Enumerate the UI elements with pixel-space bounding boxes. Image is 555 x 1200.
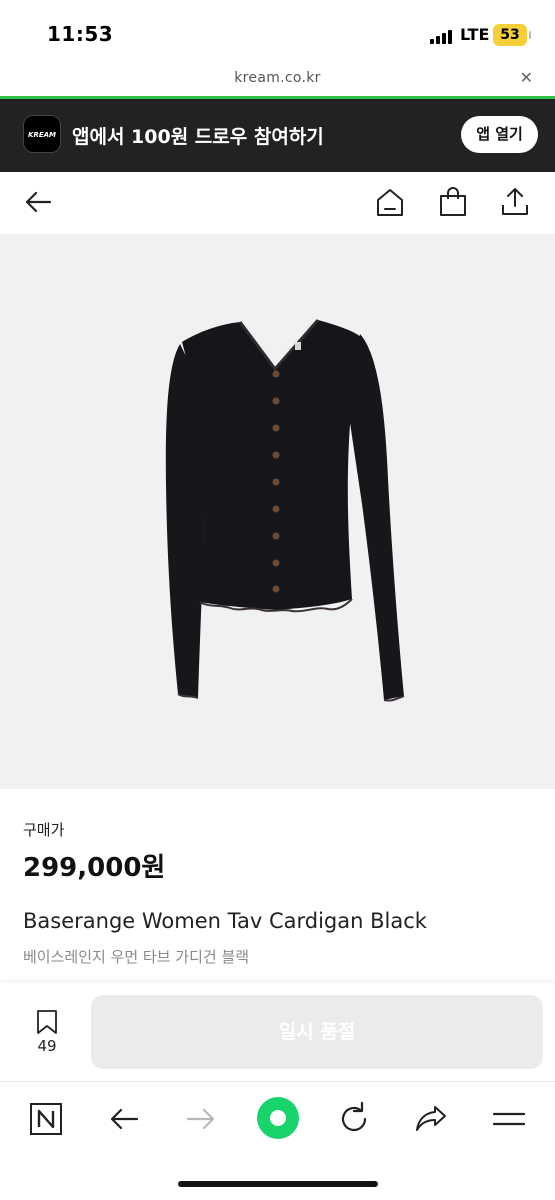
shopping-bag-icon[interactable] bbox=[437, 186, 469, 218]
open-app-button[interactable]: 앱 열기 bbox=[461, 116, 538, 153]
kream-logo: KREAM bbox=[23, 115, 61, 153]
action-bar: 49 일시 품절 bbox=[0, 983, 555, 1081]
back-icon[interactable] bbox=[104, 1099, 144, 1139]
url-bar[interactable]: kream.co.kr ✕ bbox=[0, 62, 555, 96]
bookmark-icon bbox=[37, 1010, 57, 1034]
browser-toolbar bbox=[0, 1081, 555, 1200]
home-icon[interactable] bbox=[374, 186, 406, 218]
battery-icon: 53 bbox=[493, 24, 531, 46]
cardigan-image bbox=[165, 319, 405, 702]
bookmark-button[interactable]: 49 bbox=[22, 1009, 72, 1061]
home-indicator bbox=[178, 1181, 378, 1187]
bookmark-count: 49 bbox=[37, 1037, 57, 1055]
signal-icon bbox=[430, 28, 454, 44]
status-bar: 11:53 LTE 53 bbox=[0, 0, 555, 62]
header bbox=[0, 172, 555, 234]
network-label: LTE bbox=[460, 25, 490, 44]
status-time: 11:53 bbox=[47, 22, 114, 46]
forward-icon[interactable] bbox=[181, 1099, 221, 1139]
close-icon[interactable]: ✕ bbox=[520, 68, 533, 87]
price: 299,000원 bbox=[23, 853, 166, 883]
price-label: 구매가 bbox=[23, 821, 65, 839]
menu-icon[interactable] bbox=[489, 1099, 529, 1139]
reload-icon[interactable] bbox=[334, 1099, 374, 1139]
product-title-en: Baserange Women Tav Cardigan Black bbox=[23, 909, 427, 933]
naver-n-icon[interactable] bbox=[26, 1099, 66, 1139]
banner-text: 앱에서 100원 드로우 참여하기 bbox=[72, 126, 324, 148]
share-icon[interactable] bbox=[411, 1099, 451, 1139]
product-image[interactable] bbox=[0, 234, 555, 789]
green-dot-icon[interactable] bbox=[256, 1096, 300, 1140]
share-icon[interactable] bbox=[499, 186, 531, 218]
url-text[interactable]: kream.co.kr bbox=[0, 70, 555, 86]
product-title-ko: 베이스레인지 우먼 타브 가디건 블랙 bbox=[23, 948, 250, 966]
back-arrow-icon[interactable] bbox=[22, 186, 54, 218]
sold-out-button[interactable]: 일시 품절 bbox=[91, 995, 543, 1069]
app-banner: KREAM 앱에서 100원 드로우 참여하기 앱 열기 bbox=[0, 99, 555, 172]
